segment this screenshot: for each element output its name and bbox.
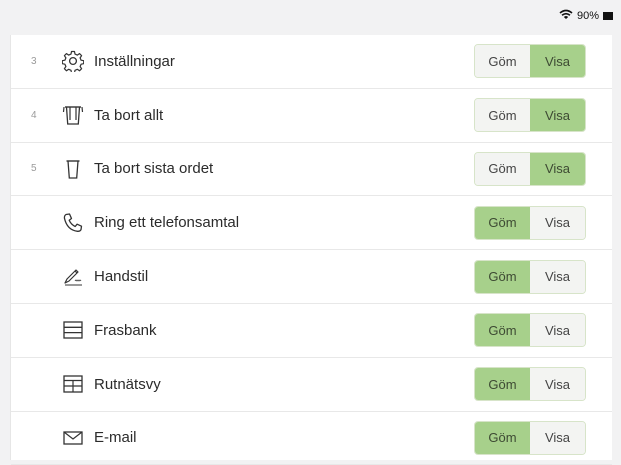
hide-button[interactable]: Göm xyxy=(475,152,530,185)
visibility-settings-list: 3 Inställningar Göm Visa 4 Ta bort allt … xyxy=(10,35,612,465)
hide-button[interactable]: Göm xyxy=(475,206,530,239)
visibility-toggle: Göm Visa xyxy=(474,44,586,79)
row-label: Ta bort sista ordet xyxy=(94,160,214,178)
show-button[interactable]: Visa xyxy=(530,260,585,293)
visibility-toggle: Göm Visa xyxy=(474,259,586,294)
visibility-toggle: Göm Visa xyxy=(474,367,586,402)
row-number: 4 xyxy=(31,109,37,121)
hide-button[interactable]: Göm xyxy=(475,260,530,293)
hide-button[interactable]: Göm xyxy=(475,314,530,347)
row-label: Ring ett telefonsamtal xyxy=(94,214,240,232)
row-label: Handstil xyxy=(94,268,149,286)
row-label: Frasbank xyxy=(94,321,157,339)
status-bar: 90% xyxy=(0,0,621,28)
list-item-phrasebank: Frasbank Göm Visa xyxy=(11,304,612,358)
hide-button[interactable]: Göm xyxy=(475,421,530,454)
hide-button[interactable]: Göm xyxy=(475,368,530,401)
grid-icon xyxy=(61,372,85,396)
show-button[interactable]: Visa xyxy=(530,314,585,347)
trash-all-icon xyxy=(61,103,85,127)
show-button[interactable]: Visa xyxy=(530,45,585,78)
gear-icon xyxy=(61,49,85,73)
show-button[interactable]: Visa xyxy=(530,421,585,454)
show-button[interactable]: Visa xyxy=(530,206,585,239)
list-item-phone-call: Ring ett telefonsamtal Göm Visa xyxy=(11,196,612,251)
battery-percent: 90% xyxy=(576,10,599,22)
list-item-settings: 3 Inställningar Göm Visa xyxy=(11,35,612,89)
show-button[interactable]: Visa xyxy=(530,152,585,185)
row-label: Inställningar xyxy=(94,52,175,70)
list-item-delete-last-word: 5 Ta bort sista ordet Göm Visa xyxy=(11,143,612,197)
hide-button[interactable]: Göm xyxy=(475,99,530,132)
visibility-toggle: Göm Visa xyxy=(474,313,586,348)
row-label: E-mail xyxy=(94,429,137,447)
phrasebank-icon xyxy=(61,318,85,342)
show-button[interactable]: Visa xyxy=(530,368,585,401)
list-item-delete-all: 4 Ta bort allt Göm Visa xyxy=(11,89,612,143)
list-item-email: E-mail Göm Visa xyxy=(11,412,612,465)
visibility-toggle: Göm Visa xyxy=(474,205,586,240)
battery-icon xyxy=(603,12,613,20)
mail-icon xyxy=(61,426,85,450)
status-indicators: 90% xyxy=(559,9,613,23)
row-label: Rutnätsvy xyxy=(94,375,161,393)
handwriting-icon xyxy=(61,265,85,289)
visibility-toggle: Göm Visa xyxy=(474,420,586,455)
phone-icon xyxy=(61,211,85,235)
visibility-toggle: Göm Visa xyxy=(474,98,586,133)
trash-icon xyxy=(61,157,85,181)
row-number: 3 xyxy=(31,55,37,67)
list-item-handwriting: Handstil Göm Visa xyxy=(11,250,612,304)
show-button[interactable]: Visa xyxy=(530,99,585,132)
hide-button[interactable]: Göm xyxy=(475,45,530,78)
list-item-grid-view: Rutnätsvy Göm Visa xyxy=(11,358,612,412)
row-number: 5 xyxy=(31,163,37,175)
wifi-icon xyxy=(559,9,573,23)
row-label: Ta bort allt xyxy=(94,106,164,124)
visibility-toggle: Göm Visa xyxy=(474,151,586,186)
